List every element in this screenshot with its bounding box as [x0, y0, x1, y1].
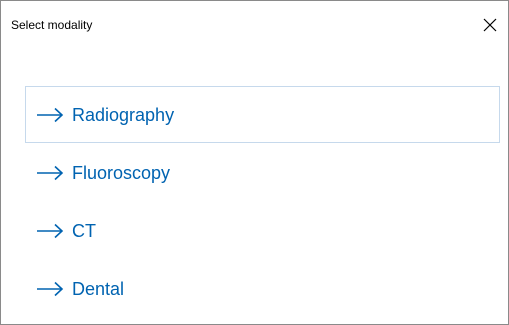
dialog-title: Select modality	[11, 18, 93, 32]
option-label: CT	[72, 220, 96, 241]
option-label: Radiography	[72, 104, 175, 125]
arrow-right-icon	[37, 165, 64, 180]
arrow-right-icon	[37, 223, 64, 238]
arrow-right-icon	[37, 107, 64, 122]
option-radiography[interactable]: Radiography	[25, 86, 500, 143]
close-button[interactable]	[476, 11, 504, 39]
option-label: Fluoroscopy	[72, 162, 171, 183]
option-label: Dental	[72, 278, 125, 299]
modality-list: Radiography Fluoroscopy CT Dental	[25, 86, 500, 318]
option-fluoroscopy[interactable]: Fluoroscopy	[25, 144, 500, 201]
option-ct[interactable]: CT	[25, 202, 500, 259]
title-bar: Select modality	[1, 1, 508, 47]
select-modality-dialog: Select modality Radiography Fluoroscopy	[0, 0, 509, 325]
option-dental[interactable]: Dental	[25, 260, 500, 317]
arrow-right-icon	[37, 281, 64, 296]
close-icon	[483, 18, 497, 32]
